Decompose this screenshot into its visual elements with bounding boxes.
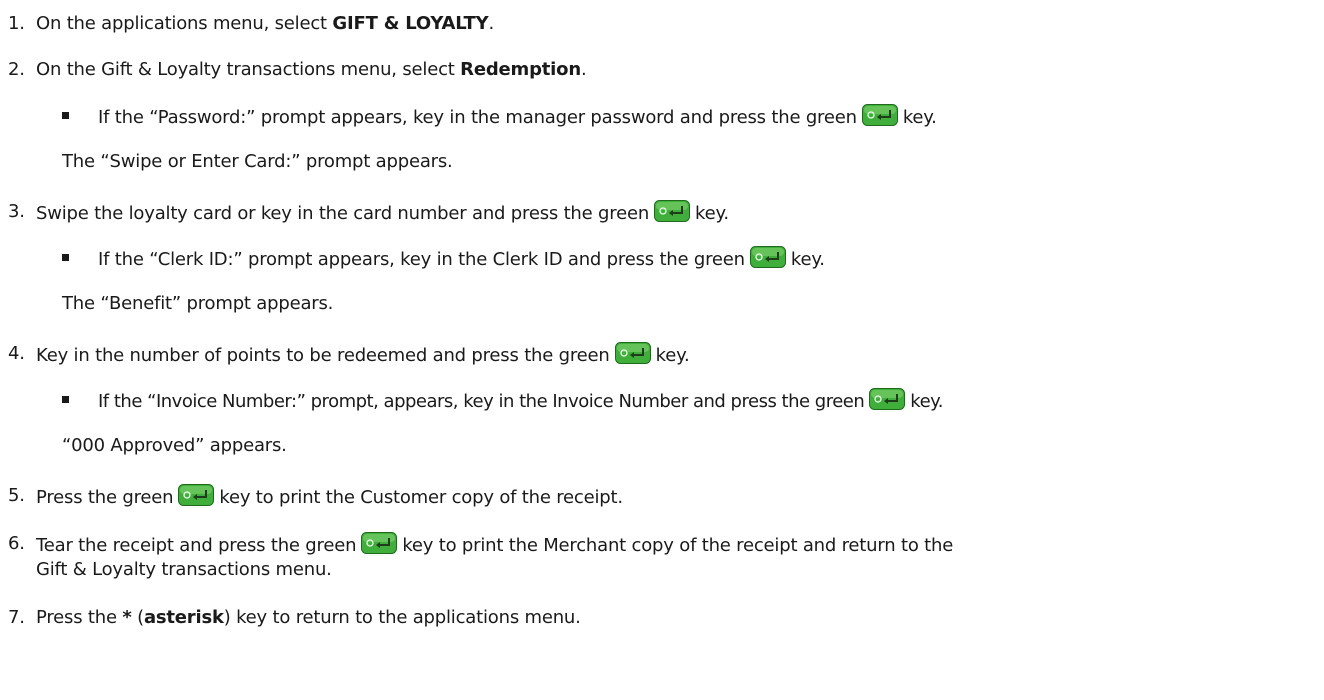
step-emphasis: asterisk: [143, 607, 224, 628]
bullet-marker: [62, 396, 69, 403]
step-number: 5.: [8, 485, 25, 506]
green-enter-key-icon: [869, 388, 906, 410]
step-text: On the applications menu, select: [36, 13, 333, 34]
step-text: Key in the number of points to be redeem…: [36, 345, 610, 366]
green-enter-key-icon: [654, 200, 691, 222]
step-emphasis: Redemption: [460, 59, 581, 80]
step-number: 6.: [8, 533, 25, 554]
green-enter-key-icon: [614, 342, 651, 364]
green-enter-key-icon: [361, 532, 398, 554]
step-text: On the Gift & Loyalty transactions menu,…: [36, 59, 461, 80]
green-enter-key-icon: [178, 484, 215, 506]
step-number: 2.: [8, 59, 25, 80]
bullet-marker: [62, 254, 69, 261]
step-emphasis: GIFT & LOYALTY: [332, 13, 489, 34]
step-text: Press the green: [36, 487, 174, 508]
bullet-text: If the “Password:” prompt appears, key i…: [98, 107, 857, 128]
step-number: 7.: [8, 607, 25, 628]
step-text: Tear the receipt and press the green: [36, 535, 357, 556]
step-number: 4.: [8, 343, 25, 364]
step-text: Press the: [36, 607, 123, 628]
step-emphasis: *: [122, 607, 132, 628]
step-number: 3.: [8, 201, 25, 222]
bullet-text: If the “Clerk ID:” prompt appears, key i…: [98, 249, 745, 270]
green-enter-key-icon: [749, 246, 786, 268]
bullet-text: If the “Invoice Number:” prompt, appears…: [98, 391, 865, 412]
step-text: Swipe the loyalty card or key in the car…: [36, 203, 650, 224]
bullet-marker: [62, 112, 69, 119]
step-number: 1.: [8, 13, 25, 34]
green-enter-key-icon: [861, 104, 898, 126]
